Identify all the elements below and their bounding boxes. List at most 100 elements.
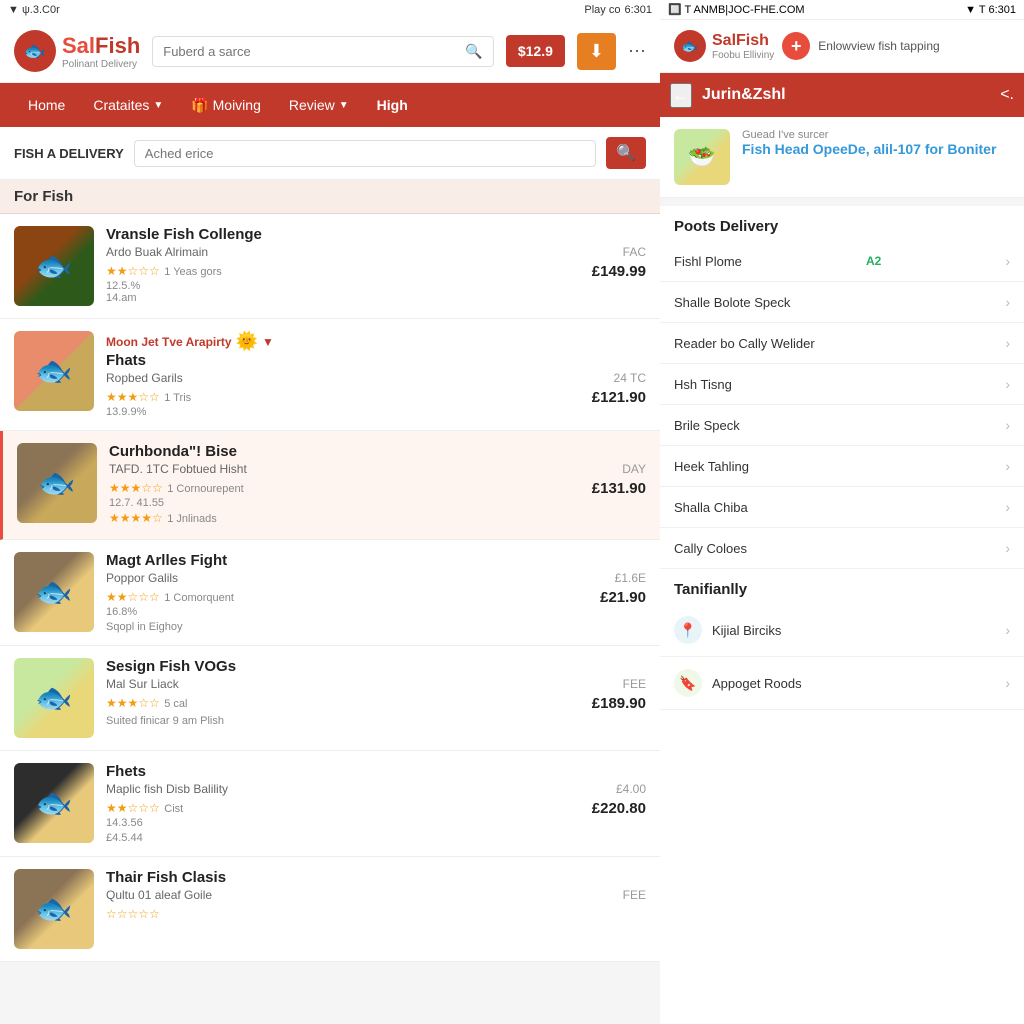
- product-name[interactable]: Fish Head OpeeDe, alil-107 for Boniter: [742, 141, 1010, 157]
- listing-image: 🐟: [14, 869, 94, 949]
- rating-stars: ★★☆☆☆: [106, 801, 160, 815]
- nav-crataites[interactable]: Crataites ▼: [79, 83, 177, 127]
- promo-tag: Moon Jet Tve Arapirty 🌞 ▼: [106, 331, 646, 352]
- listing-code: FEE: [623, 677, 646, 691]
- time-text: 14.am: [106, 292, 646, 304]
- listing-title: Fhets: [106, 763, 646, 780]
- listing-item[interactable]: 🐟 Curhbonda"! Bise TAFD. 1TC Fobtued His…: [0, 431, 660, 540]
- right-nav-title: Jurin&Zshl: [702, 86, 990, 104]
- listing-image: 🐟: [14, 658, 94, 738]
- listing-subtitle: Ardo Buak Alrimain: [106, 245, 208, 259]
- nav-review[interactable]: Review ▼: [275, 83, 363, 127]
- listing-item[interactable]: 🐟 Sesign Fish VOGs Mal Sur Liack FEE ★★★…: [0, 646, 660, 751]
- listing-image: 🐟: [14, 226, 94, 306]
- delivery-item-label: Hsh Tisng: [674, 377, 732, 392]
- right-share-button[interactable]: <.: [1000, 86, 1014, 104]
- listing-code: 24 TC: [614, 371, 646, 385]
- listing-code: DAY: [622, 462, 646, 476]
- rating-pct: 13.9.9%: [106, 406, 646, 418]
- listing-title: Curhbonda"! Bise: [109, 443, 646, 460]
- plus-button[interactable]: +: [782, 32, 810, 60]
- fish-delivery-search: FISH A DELIVERY 🔍: [0, 127, 660, 180]
- right-panel: 🔲 T ANMB|JOC-FHE.COM ▼ T 6:301 🐟 SalFish…: [660, 0, 1024, 1024]
- chevron-right-icon: ›: [1005, 499, 1010, 515]
- listing-item[interactable]: 🐟 Moon Jet Tve Arapirty 🌞 ▼ Fhats Ropbed…: [0, 319, 660, 431]
- rating-text: 1 Cornourepent: [167, 483, 243, 495]
- delivery-section: Poots Delivery Fishl Plome A2 › Shalle B…: [660, 206, 1024, 1024]
- delivery-item[interactable]: Shalle Bolote Speck ›: [660, 282, 1024, 323]
- listing-title: Sesign Fish VOGs: [106, 658, 646, 675]
- listing-code: £1.6E: [615, 571, 646, 585]
- back-button[interactable]: ←: [670, 83, 692, 108]
- listing-price: £21.90: [600, 589, 646, 606]
- rating-text: 1 Yeas gors: [164, 266, 222, 278]
- nav-home[interactable]: Home: [14, 83, 79, 127]
- header-search-input[interactable]: [163, 44, 459, 59]
- listing-image: 🐟: [14, 763, 94, 843]
- rating-pct: 14.3.56: [106, 817, 646, 829]
- nav-moiving[interactable]: 🎁 Moiving: [177, 83, 275, 127]
- chevron-right-icon: ›: [1005, 458, 1010, 474]
- delivery-item-label: Heek Tahling: [674, 459, 749, 474]
- listing-item[interactable]: 🐟 Fhets Maplic fish Disb Balility £4.00 …: [0, 751, 660, 857]
- chevron-right-icon: ›: [1005, 540, 1010, 556]
- listing-item[interactable]: 🐟 Magt Arlles Fight Poppor Galils £1.6E …: [0, 540, 660, 646]
- tanifianlly-heading: Tanifianlly: [660, 569, 1024, 604]
- rating-text: 1 Comorquent: [164, 592, 234, 604]
- right-app-subtitle: Foobu Elliviny: [712, 50, 774, 61]
- status-bar-left: ▼ ψ.3.C0r Play co 6:301: [0, 0, 660, 20]
- listing-title: Thair Fish Clasis: [106, 869, 646, 886]
- right-tagline: Enlowview fish tapping: [818, 39, 1010, 53]
- time-label: Suited finicar 9 am Plish: [106, 715, 646, 727]
- listing-item[interactable]: 🐟 Vransle Fish Collenge Ardo Buak Alrima…: [0, 214, 660, 319]
- nav-high[interactable]: High: [363, 83, 422, 127]
- delivery-item[interactable]: Shalla Chiba ›: [660, 487, 1024, 528]
- header-search[interactable]: 🔍: [152, 36, 494, 67]
- search-input[interactable]: [145, 146, 585, 161]
- listing-title: Fhats: [106, 352, 646, 369]
- rating-text: 5 cal: [164, 698, 187, 710]
- search-label: FISH A DELIVERY: [14, 146, 124, 161]
- time-label: Sqopl in Eighoy: [106, 621, 646, 633]
- delivery-item[interactable]: Heek Tahling ›: [660, 446, 1024, 487]
- listing-price: £189.90: [592, 695, 646, 712]
- chevron-right-icon: ›: [1005, 335, 1010, 351]
- location-icon: 📍: [674, 616, 702, 644]
- delivery-item-label: Brile Speck: [674, 418, 740, 433]
- delivery-item[interactable]: Reader bo Cally Welider ›: [660, 323, 1024, 364]
- extra-rating: 1 Jnlinads: [167, 513, 217, 525]
- product-image: 🥗: [674, 129, 730, 185]
- listing-subtitle: Ropbed Garils: [106, 371, 183, 385]
- search-input-wrapper[interactable]: [134, 140, 596, 167]
- logo: 🐟 SalFish Polinant Delivery: [14, 30, 140, 72]
- rating-pct: 12.5.%: [106, 280, 646, 292]
- rating-pct: 12.7. 41.55: [109, 497, 646, 509]
- nav-bar: Home Crataites ▼ 🎁 Moiving Review ▼ High: [0, 83, 660, 127]
- right-logo-icon: 🐟: [674, 30, 706, 62]
- listing-item[interactable]: 🐟 Thair Fish Clasis Qultu 01 aleaf Goile…: [0, 857, 660, 962]
- time-label: £4.5.44: [106, 832, 646, 844]
- delivery-item[interactable]: Brile Speck ›: [660, 405, 1024, 446]
- search-button[interactable]: 🔍: [606, 137, 646, 169]
- rating-stars: ★★★☆☆: [106, 696, 160, 710]
- listing-image: 🐟: [17, 443, 97, 523]
- product-label: Guead I've surcer: [742, 129, 1010, 141]
- sub-item-label: Kijial Birciks: [712, 623, 995, 638]
- cart-button[interactable]: ⬇: [577, 33, 616, 70]
- sub-item[interactable]: 🔖 Appoget Roods ›: [660, 657, 1024, 710]
- logo-icon: 🐟: [14, 30, 56, 72]
- sub-item[interactable]: 📍 Kijial Birciks ›: [660, 604, 1024, 657]
- listing-image: 🐟: [14, 331, 94, 411]
- delivery-item[interactable]: Hsh Tisng ›: [660, 364, 1024, 405]
- share-button[interactable]: ⋯: [628, 41, 646, 62]
- delivery-item[interactable]: Cally Coloes ›: [660, 528, 1024, 569]
- listing-price: £121.90: [592, 389, 646, 406]
- rating-stars: ★★★☆☆: [109, 481, 163, 495]
- right-nav: ← Jurin&Zshl <.: [660, 73, 1024, 117]
- right-time: ▼ T 6:301: [965, 4, 1016, 16]
- delivery-item-label: Cally Coloes: [674, 541, 747, 556]
- price-badge: $12.9: [506, 35, 565, 67]
- delivery-item[interactable]: Fishl Plome A2 ›: [660, 241, 1024, 282]
- chevron-right-icon: ›: [1005, 417, 1010, 433]
- rating-stars: ★★☆☆☆: [106, 264, 160, 278]
